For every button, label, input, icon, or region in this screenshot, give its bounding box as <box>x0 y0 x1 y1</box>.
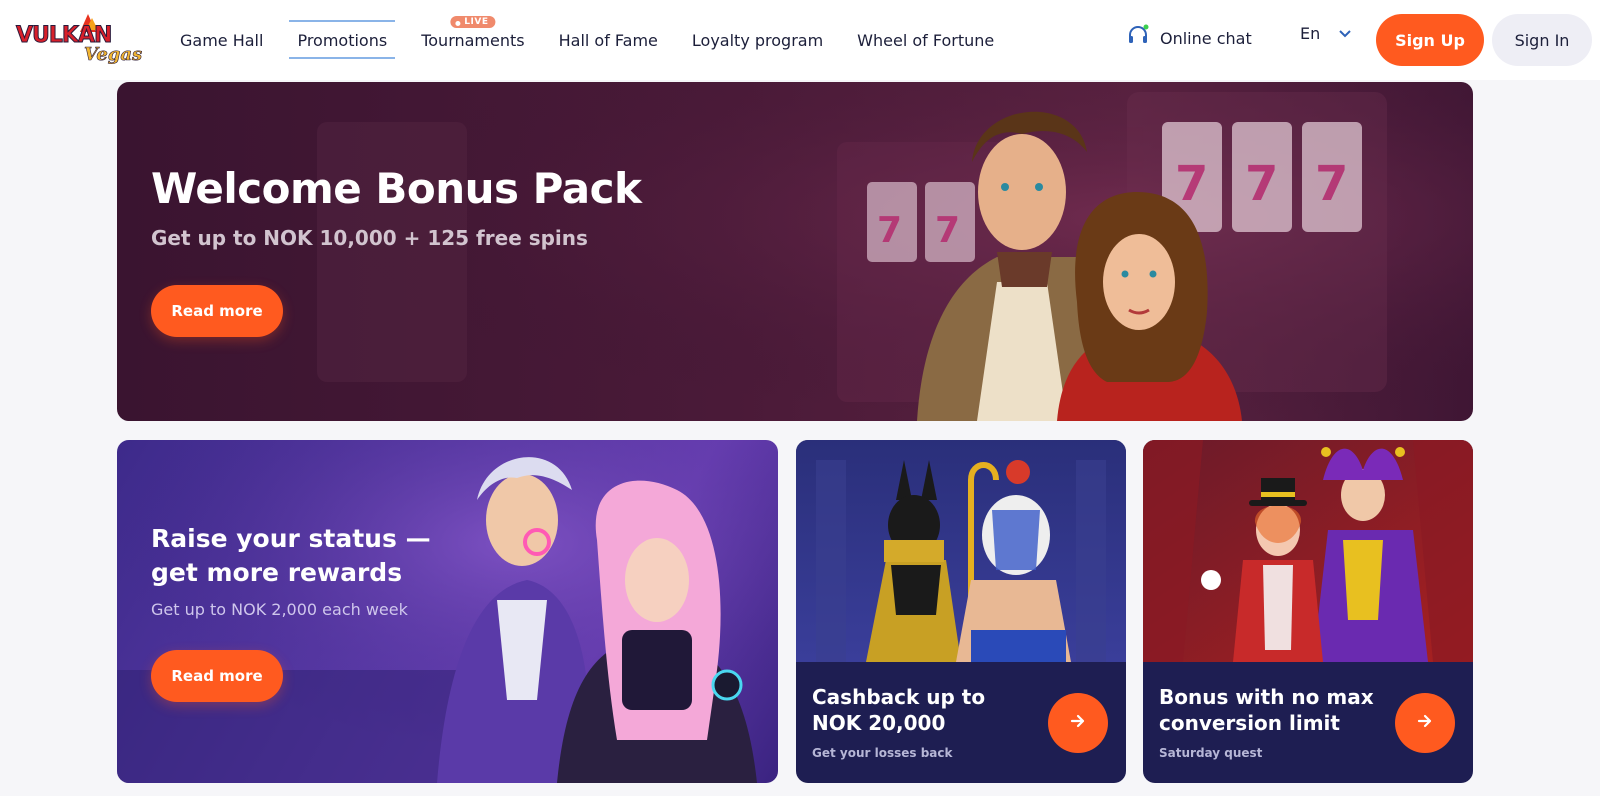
cashback-card-title: Cashback up to NOK 20,000 <box>812 685 986 735</box>
nav-label: Promotions <box>297 30 388 50</box>
live-badge: LIVE <box>450 16 496 28</box>
svg-text:7: 7 <box>1175 156 1208 212</box>
svg-text:7: 7 <box>1245 156 1278 212</box>
nav-label: Game Hall <box>180 30 264 50</box>
nav-game-hall[interactable]: Game Hall <box>170 0 273 80</box>
jesters-illustration <box>1143 440 1473 662</box>
cashback-arrow-button[interactable] <box>1048 693 1108 753</box>
saturday-quest-card[interactable]: Bonus with no max conversion limit Satur… <box>1143 440 1473 783</box>
svg-text:Vegas: Vegas <box>84 44 142 65</box>
svg-text:7: 7 <box>877 210 902 251</box>
headset-icon <box>1126 24 1160 52</box>
nav-label: Loyalty program <box>691 30 824 50</box>
sign-up-button[interactable]: Sign Up <box>1376 14 1484 66</box>
cashback-card[interactable]: Cashback up to NOK 20,000 Get your losse… <box>796 440 1126 783</box>
egyptian-gods-illustration <box>796 440 1126 662</box>
svg-text:7: 7 <box>935 210 960 251</box>
arrow-right-icon <box>1415 711 1435 736</box>
nav-label: Wheel of Fortune <box>857 30 995 50</box>
nav-loyalty-program[interactable]: Loyalty program <box>682 0 833 80</box>
sign-in-button[interactable]: Sign In <box>1492 14 1592 66</box>
nav-hall-of-fame[interactable]: Hall of Fame <box>549 0 668 80</box>
online-chat-link[interactable]: Online chat <box>1126 24 1252 52</box>
cashback-card-subtitle: Get your losses back <box>812 746 953 760</box>
quest-card-subtitle: Saturday quest <box>1159 746 1263 760</box>
quest-card-title: Bonus with no max conversion limit <box>1159 685 1374 735</box>
arrow-right-icon <box>1068 711 1088 736</box>
svg-text:7: 7 <box>1315 156 1348 212</box>
top-header: VULKAN Vegas Game Hall Promotions LIVE T… <box>0 0 1600 80</box>
nav-promotions[interactable]: Promotions <box>287 0 397 80</box>
nav-label: Hall of Fame <box>558 30 658 50</box>
nav-label: Tournaments <box>421 30 525 50</box>
hero-subtitle: Get up to NOK 10,000 + 125 free spins <box>151 226 588 250</box>
chevron-down-icon <box>1338 24 1352 43</box>
hero-title: Welcome Bonus Pack <box>151 164 642 213</box>
main-nav: Game Hall Promotions LIVE Tournaments Ha… <box>170 0 1018 80</box>
status-read-more-button[interactable]: Read more <box>151 650 283 702</box>
quest-arrow-button[interactable] <box>1395 693 1455 753</box>
status-card-title: Raise your status — get more rewards <box>151 524 431 587</box>
hero-read-more-button[interactable]: Read more <box>151 285 283 337</box>
nav-tournaments[interactable]: LIVE Tournaments <box>411 0 534 80</box>
nav-wheel-of-fortune[interactable]: Wheel of Fortune <box>847 0 1004 80</box>
language-code: En <box>1300 24 1321 43</box>
hero-illustration: 7 7 7 7 7 <box>117 82 1473 421</box>
loyalty-status-card[interactable]: Raise your status — get more rewards Get… <box>117 440 778 783</box>
chat-label: Online chat <box>1160 28 1252 48</box>
status-card-subtitle: Get up to NOK 2,000 each week <box>151 600 408 619</box>
language-selector[interactable]: En <box>1300 24 1352 43</box>
vulkan-vegas-logo[interactable]: VULKAN Vegas <box>14 12 142 66</box>
welcome-bonus-banner[interactable]: 7 7 7 7 7 Welcome Bonus Pack Get up to N… <box>117 82 1473 421</box>
